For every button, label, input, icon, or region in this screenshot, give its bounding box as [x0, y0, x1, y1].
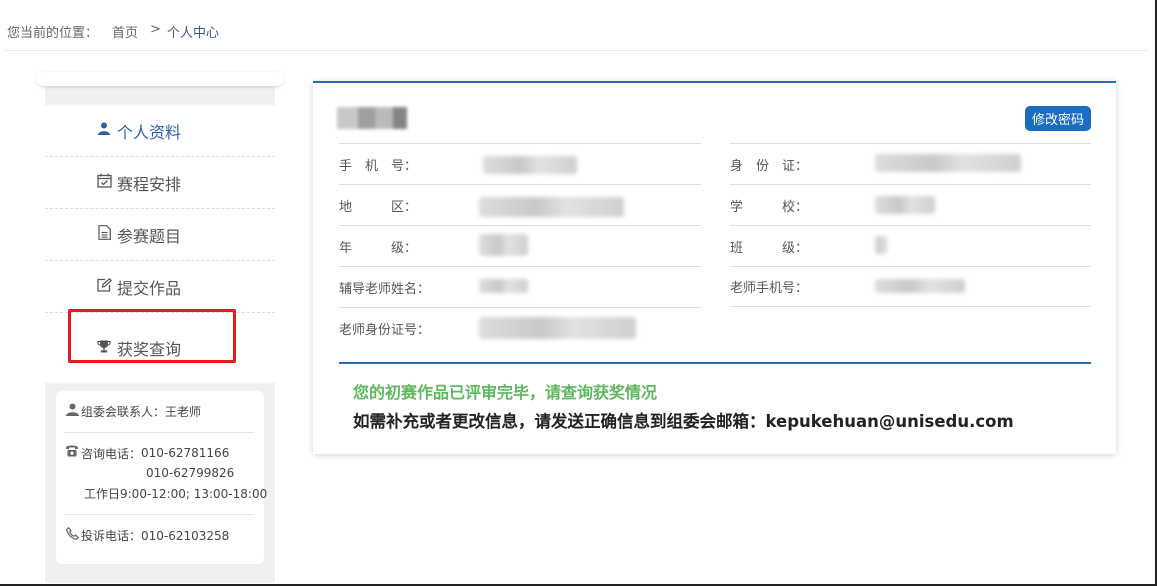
- sidebar-item-profile[interactable]: 个人资料: [45, 105, 275, 157]
- phone-value-redacted: [483, 156, 577, 174]
- id-card-value-redacted: [875, 154, 1021, 172]
- grade-value-redacted: [479, 234, 528, 256]
- class-value-redacted: [875, 236, 887, 254]
- field-label: 辅导老师姓名：: [339, 281, 431, 297]
- sidebar-item-label: 个人资料: [117, 122, 182, 142]
- field-label: 年 级：: [339, 240, 418, 256]
- profile-card: 修改密码 手 机 号： 身 份 证： 地 区： 学 校： 年 级： 班 级： 辅…: [313, 81, 1116, 454]
- change-password-button[interactable]: 修改密码: [1025, 106, 1091, 131]
- user-icon: [64, 403, 80, 420]
- breadcrumb-prefix: 您当前的位置：: [7, 26, 99, 41]
- sidebar-item-label: 赛程安排: [117, 174, 182, 194]
- region-value-redacted: [479, 197, 624, 217]
- breadcrumb-current: 个人中心: [166, 26, 219, 41]
- breadcrumb-home-link[interactable]: 首页: [112, 22, 138, 41]
- field-label: 学 校：: [730, 199, 809, 215]
- review-complete-notice: 您的初赛作品已评审完毕，请查询获奖情况: [353, 383, 658, 402]
- field-label: 身 份 证：: [730, 158, 809, 174]
- file-text-icon: [95, 225, 113, 244]
- teacher-phone-value-redacted: [875, 279, 965, 293]
- handset-icon: [64, 526, 80, 544]
- user-icon: [95, 122, 113, 139]
- contact-phone-1: 010-62781166: [141, 446, 230, 460]
- header-divider: [5, 50, 1147, 51]
- sidebar-item-topics[interactable]: 参赛题目: [45, 209, 275, 261]
- user-name-redacted: [337, 107, 407, 129]
- contact-phone-2: 010-62799826: [146, 466, 235, 480]
- field-label: 地 区：: [339, 199, 418, 215]
- sidebar-top-cap: [36, 72, 284, 86]
- field-label: 班 级：: [730, 240, 809, 256]
- breadcrumb-separator: >: [150, 22, 161, 37]
- tutor-name-value-redacted: [479, 279, 528, 293]
- field-label: 老师身份证号：: [339, 322, 431, 338]
- contact-phone-label: 咨询电话：: [81, 446, 142, 461]
- edit-icon: [95, 277, 113, 296]
- phone-icon: [64, 445, 80, 461]
- contact-panel: 组委会联系人：王老师 咨询电话： 010-62781166 010-627998…: [56, 391, 267, 564]
- contact-phone-row: 咨询电话： 010-62781166 010-62799826 工作日9:00-…: [64, 433, 267, 515]
- contact-organizer: 组委会联系人：王老师: [81, 404, 202, 419]
- contact-organizer-row: 组委会联系人：王老师: [64, 391, 254, 433]
- sidebar-item-schedule[interactable]: 赛程安排: [45, 157, 275, 209]
- contact-hours: 工作日9:00-12:00; 13:00-18:00: [84, 486, 268, 501]
- sidebar-item-submit[interactable]: 提交作品: [45, 261, 275, 313]
- teacher-id-value-redacted: [479, 317, 636, 339]
- section-divider: [339, 362, 1091, 364]
- contact-complaint-row: 投诉电话：010-62103258: [64, 515, 254, 556]
- field-class: 班 级：: [730, 225, 1091, 266]
- field-label: 手 机 号：: [339, 158, 418, 174]
- sidebar-item-label: 参赛题目: [117, 226, 182, 246]
- field-label: 老师手机号：: [730, 281, 809, 296]
- contact-complaint: 投诉电话：010-62103258: [81, 528, 230, 543]
- breadcrumb: 您当前的位置： 首页 > 个人中心: [7, 22, 219, 41]
- awards-highlight-box: [68, 309, 236, 363]
- contact-email-info: 如需补充或者更改信息，请发送正确信息到组委会邮箱：kepukehuan@unis…: [353, 412, 1014, 431]
- school-value-redacted: [875, 196, 935, 214]
- calendar-check-icon: [95, 173, 113, 192]
- sidebar-item-label: 提交作品: [117, 278, 182, 298]
